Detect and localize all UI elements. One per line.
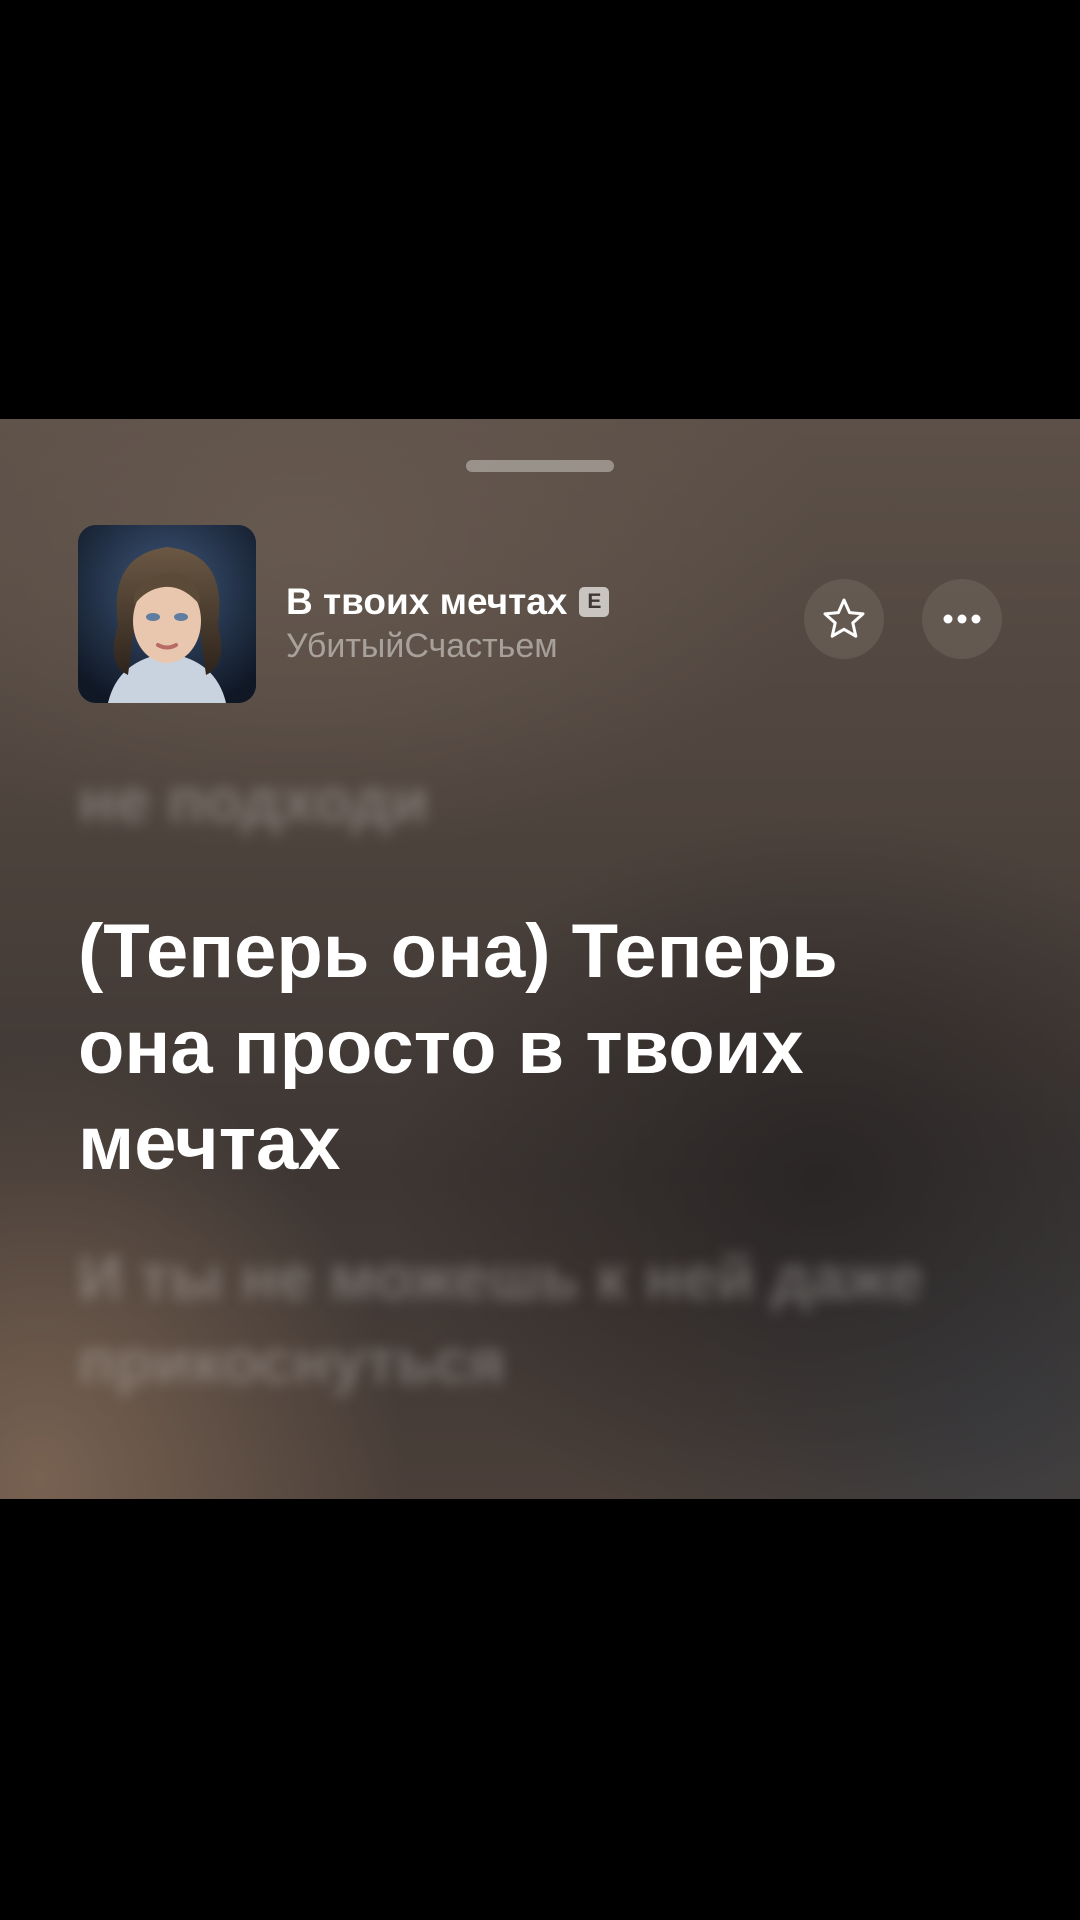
track-title-row[interactable]: В твоих мечтах E xyxy=(286,581,610,623)
track-artist[interactable]: УбитыйСчастьем xyxy=(286,627,558,666)
explicit-badge: E xyxy=(579,587,610,617)
favorite-button[interactable] xyxy=(804,579,884,659)
ellipsis-icon xyxy=(943,614,981,624)
track-title: В твоих мечтах xyxy=(286,581,568,622)
sheet-grabber-handle[interactable] xyxy=(466,460,614,472)
lyrics-sheet: В твоих мечтах E УбитыйСчастьем не подхо… xyxy=(0,419,1080,1499)
lyric-line-current[interactable]: (Теперь она) Теперь она просто в твоих м… xyxy=(78,904,978,1192)
lyric-line-next[interactable]: И ты не можешь к ней даже прикоснуться xyxy=(78,1237,978,1405)
album-cover[interactable] xyxy=(78,525,256,703)
album-cover-portrait-icon xyxy=(78,525,256,703)
more-options-button[interactable] xyxy=(922,579,1002,659)
star-outline-icon xyxy=(823,598,865,638)
lyric-line-previous[interactable]: не подходи xyxy=(78,759,978,845)
